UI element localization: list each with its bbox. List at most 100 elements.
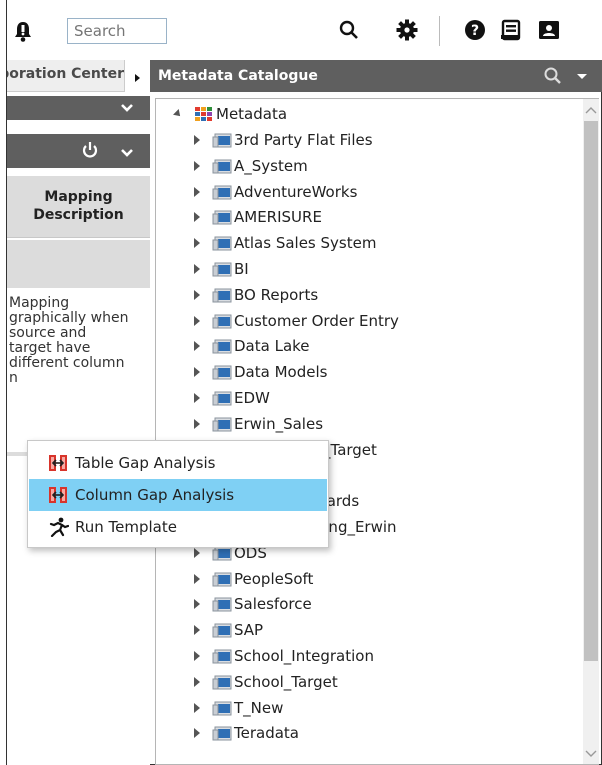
left-pane: Collaboration Center Mapping Description… [7,60,150,765]
tab-collaboration-center[interactable]: Collaboration Center [7,60,150,92]
search-icon[interactable] [337,18,361,42]
gear-icon[interactable] [395,18,419,42]
expand-toggle-icon[interactable] [194,548,200,558]
database-folder-icon [212,391,232,406]
tree-item-label: Teradata [234,724,299,742]
expand-toggle-icon[interactable] [194,599,200,609]
tree-item[interactable]: Salesforce [194,592,312,616]
tree-root-metadata[interactable]: Metadata [173,102,288,126]
tree-item[interactable]: T_New [194,696,283,720]
tree-item-label: Erwin_Sales [234,415,324,433]
tree-item-label: SAP [234,621,264,639]
tree-item[interactable]: Erwin_Sales [194,412,323,436]
database-folder-icon [212,649,232,664]
expand-toggle-icon[interactable] [194,187,200,197]
tree-item[interactable]: Teradata [194,721,299,745]
database-folder-icon [212,339,232,354]
tree-item-label: Data Models [234,363,328,381]
tree-item-label: School_Target [234,673,338,691]
database-folder-icon [212,210,232,225]
tree-item[interactable]: School_Integration [194,644,374,668]
tree-item[interactable]: BO Reports [194,283,318,307]
expand-toggle-icon[interactable] [194,341,200,351]
expand-toggle-icon[interactable] [194,651,200,661]
panel-action-bar [7,134,150,168]
column-header-mapping-description[interactable]: Mapping Description [7,176,150,238]
gap-analysis-icon [47,486,69,504]
notification-bell-icon[interactable] [13,20,33,42]
tree-item[interactable]: AdventureWorks [194,180,357,204]
tree-item-label: Data Lake [234,337,310,355]
expand-toggle-icon[interactable] [194,135,200,145]
tab-label: Collaboration Center [7,66,124,82]
expand-toggle-icon[interactable] [194,238,200,248]
tree-item[interactable]: BI [194,257,249,281]
tree-item[interactable]: AMERISURE [194,205,322,229]
tree-item[interactable]: School_Target [194,670,338,694]
tree-item[interactable]: PeopleSoft [194,567,313,591]
mapping-description-cell: Mapping graphically when source and targ… [9,295,129,386]
search-input[interactable] [67,18,167,44]
filter-row [7,240,150,288]
expand-toggle-icon[interactable] [194,703,200,713]
tree-item-label: Metadata [216,105,288,123]
user-card-icon[interactable] [537,18,561,42]
expand-toggle-icon[interactable] [194,574,200,584]
caret-right-icon [135,74,140,82]
expand-toggle-icon[interactable] [194,161,200,171]
tree-item[interactable]: Data Models [194,360,327,384]
tree-item-label: AMERISURE [234,208,322,226]
top-toolbar: ? [7,0,602,60]
metadata-catalogue-header: Metadata Catalogue [150,60,602,92]
expand-toggle-icon[interactable] [194,290,200,300]
tree-item-label: EDW [234,389,270,407]
expand-toggle-icon[interactable] [194,212,200,222]
tree-item[interactable]: A_System [194,154,308,178]
database-folder-icon [212,159,232,174]
help-icon[interactable]: ? [463,18,487,42]
expand-toggle-icon[interactable] [194,677,200,687]
scrollbar-thumb[interactable] [584,121,598,661]
database-folder-icon [212,572,232,587]
tree-item[interactable]: 3rd Party Flat Files [194,128,373,152]
tree-item-label: T_New [234,699,284,717]
scroll-up-arrow-icon [585,107,597,114]
chevron-down-icon[interactable] [7,96,150,120]
tree-item-label: BO Reports [234,286,319,304]
panel-title: Metadata Catalogue [158,68,318,84]
search-icon[interactable] [543,66,563,86]
menu-item-label: Column Gap Analysis [75,486,235,504]
database-folder-icon [212,623,232,638]
menu-item-column-gap-analysis[interactable]: Column Gap Analysis [29,479,327,511]
app-window: ? Collaboration Center [6,0,602,765]
expand-toggle-icon[interactable] [194,393,200,403]
tree-item[interactable]: Customer Order Entry [194,309,399,333]
tree-item-label: AdventureWorks [234,183,358,201]
document-list-icon[interactable] [499,18,523,42]
expand-toggle-icon[interactable] [194,625,200,635]
tab-scroll-right-button[interactable] [124,60,150,92]
database-folder-icon [212,133,232,148]
database-folder-icon [212,236,232,251]
expand-toggle-icon[interactable] [194,316,200,326]
tree-item-label: PeopleSoft [234,570,314,588]
expand-toggle-icon[interactable] [194,728,200,738]
tree-item[interactable]: Data Lake [194,334,310,358]
expand-toggle-icon[interactable] [194,367,200,377]
menu-item-table-gap-analysis[interactable]: Table Gap Analysis [29,447,327,479]
expand-toggle-icon[interactable] [194,264,200,274]
database-folder-icon [212,185,232,200]
menu-item-run-template[interactable]: Run Template [29,511,327,543]
caret-down-icon[interactable] [575,70,589,82]
tree-item-label: A_System [234,157,308,175]
database-folder-icon [212,288,232,303]
tree-item-label: BI [234,260,249,278]
tree-item[interactable]: SAP [194,618,263,642]
tree-item[interactable]: EDW [194,386,270,410]
expand-toggle-icon[interactable] [173,109,183,119]
chevron-down-icon [121,149,133,157]
menu-item-label: Run Template [75,518,177,536]
tree-item[interactable]: Atlas Sales System [194,231,376,255]
expand-toggle-icon[interactable] [194,419,200,429]
run-icon [47,517,69,537]
